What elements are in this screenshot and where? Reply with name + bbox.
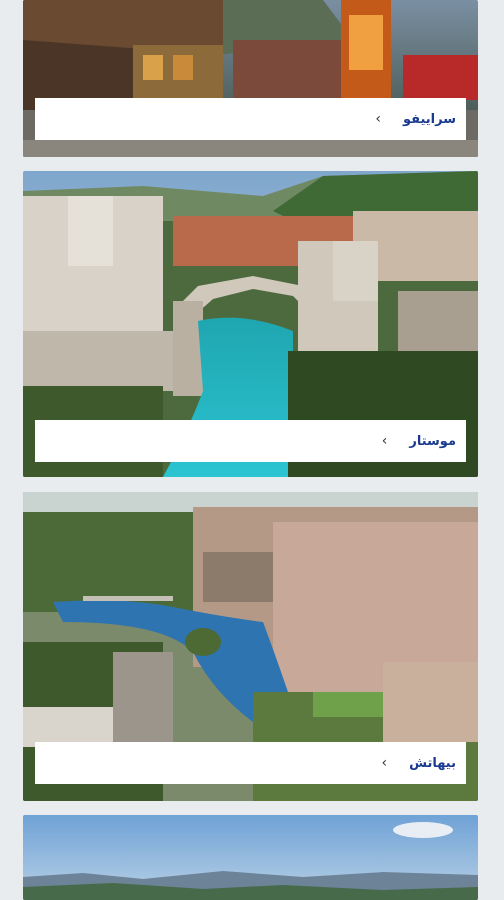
city-label-bar[interactable]: ‹ بيهاتش <box>35 742 466 784</box>
chevron-left-icon: ‹ <box>375 111 381 127</box>
city-name-sarajevo: سراييفو <box>402 111 456 127</box>
city-label-bar[interactable]: ‹ موستار <box>35 420 466 462</box>
city-card-sarajevo[interactable]: ‹ سراييفو <box>23 0 478 157</box>
landscape-photo <box>23 815 478 900</box>
city-card-mostar[interactable]: ‹ موستار <box>23 171 478 477</box>
city-card-partial[interactable] <box>23 815 478 900</box>
city-name-bihac: بيهاتش <box>409 755 456 771</box>
chevron-left-icon: ‹ <box>381 755 388 771</box>
city-label-bar[interactable]: ‹ سراييفو <box>35 98 466 140</box>
chevron-left-icon: ‹ <box>381 433 388 449</box>
city-card-bihac[interactable]: ‹ بيهاتش <box>23 492 478 801</box>
city-name-mostar: موستار <box>409 433 456 449</box>
